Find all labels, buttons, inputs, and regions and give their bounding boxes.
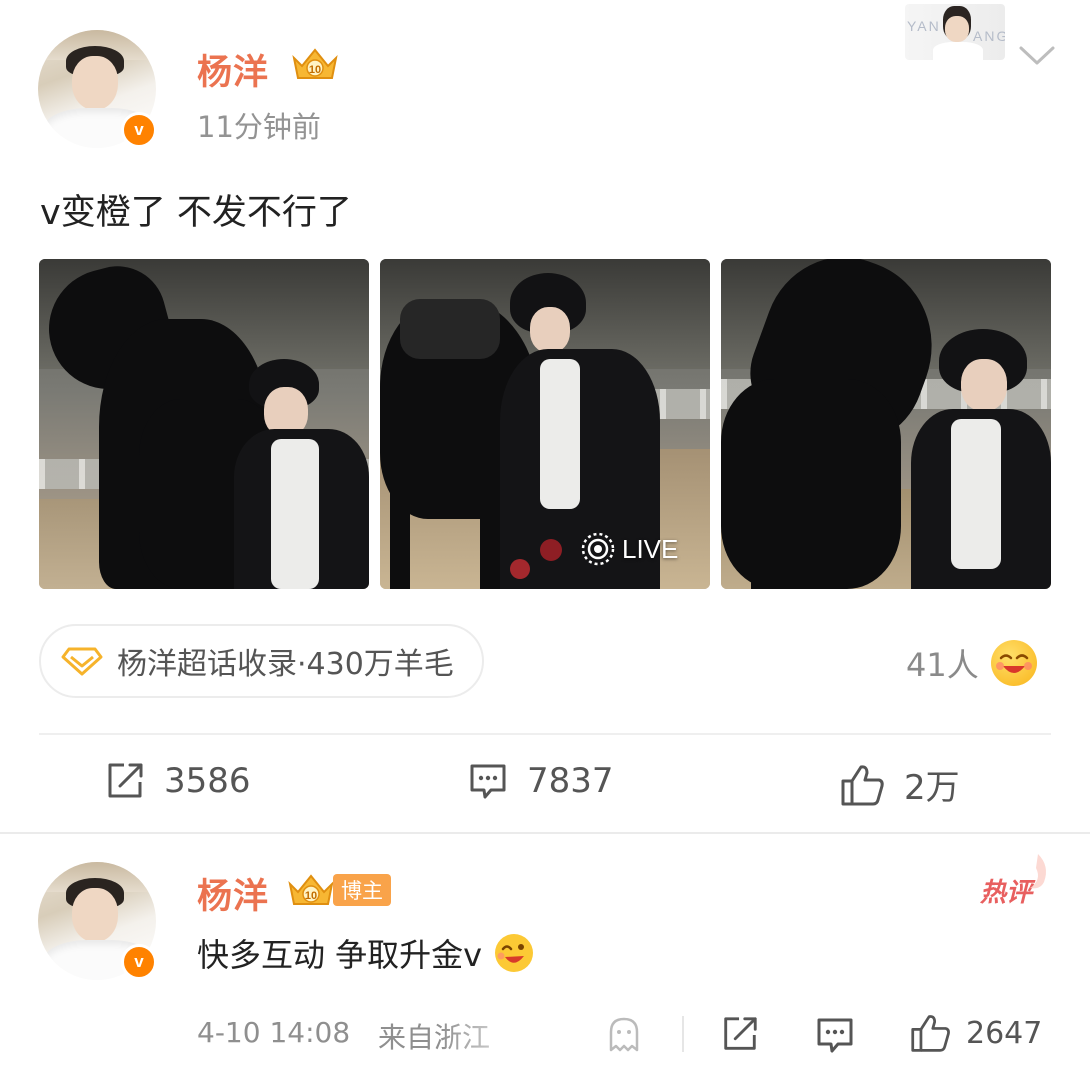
source-fade: [440, 1010, 610, 1058]
comment-like-button[interactable]: 2647: [910, 1012, 1042, 1054]
post-image-2[interactable]: LIVE: [380, 259, 710, 589]
banner-text-left: YAN: [907, 18, 941, 34]
comment-count: 7837: [527, 761, 614, 801]
live-photo-badge: LIVE: [580, 531, 678, 567]
live-icon: [581, 532, 615, 566]
post-image-3[interactable]: [721, 259, 1051, 589]
comment-button[interactable]: 7837: [467, 760, 614, 802]
section-divider: [0, 832, 1090, 834]
supertopic-label: 杨洋超话收录·430万羊毛: [117, 647, 454, 682]
comment-date: 4-10 14:08: [197, 1016, 351, 1049]
supertopic-chip[interactable]: 杨洋超话收录·430万羊毛: [39, 624, 484, 698]
blogger-tag: 博主: [333, 874, 391, 906]
profile-banner-thumbnail[interactable]: YAN ANG: [905, 4, 1005, 60]
comment-reply-icon[interactable]: [814, 1014, 856, 1056]
comment-repost-icon[interactable]: [720, 1014, 760, 1054]
post-image-1[interactable]: [39, 259, 369, 589]
live-label: LIVE: [622, 533, 679, 564]
laughing-emoji-icon: [990, 640, 1037, 686]
chevron-down-icon[interactable]: [1018, 44, 1056, 68]
banner-text-right: ANG: [973, 28, 1005, 44]
ghost-icon[interactable]: [604, 1014, 644, 1054]
verified-badge-icon: v: [121, 112, 157, 148]
post-timestamp: 11分钟前: [197, 110, 321, 144]
commenter-verified-icon: v: [121, 944, 157, 980]
comment-text: 快多互动 争取升金v: [197, 936, 483, 974]
post-text: v变橙了 不发不行了: [40, 193, 352, 233]
verified-badge-letter: v: [134, 120, 144, 139]
comment-icon: [470, 764, 506, 799]
comment-thumbs-up-icon: [911, 1015, 950, 1052]
repost-button[interactable]: 3586: [104, 760, 251, 802]
post-divider: [39, 733, 1051, 735]
thumbs-up-icon: [841, 764, 884, 805]
post-author-name[interactable]: 杨洋: [197, 44, 269, 95]
comment-author-name[interactable]: 杨洋: [197, 868, 269, 919]
commenter-crown-icon: 10: [288, 874, 334, 905]
comment-body: 快多互动 争取升金v: [197, 930, 536, 976]
diamond-icon: [61, 647, 103, 676]
reaction-summary[interactable]: 41人: [906, 640, 1037, 686]
comment-like-count: 2647: [966, 1015, 1043, 1051]
repost-count: 3586: [164, 761, 251, 801]
meta-separator: [682, 1016, 684, 1052]
commenter-verified-letter: v: [134, 952, 144, 971]
svg-text:10: 10: [305, 890, 317, 902]
svg-text:10: 10: [309, 64, 321, 76]
flame-decoration-icon: [1030, 854, 1046, 889]
like-count: 2万: [904, 768, 960, 808]
repost-icon: [108, 763, 143, 798]
member-crown-icon: 10: [292, 48, 338, 79]
wink-emoji-icon: [495, 934, 534, 972]
like-button[interactable]: 2万: [840, 760, 960, 809]
reaction-count: 41人: [906, 646, 979, 684]
